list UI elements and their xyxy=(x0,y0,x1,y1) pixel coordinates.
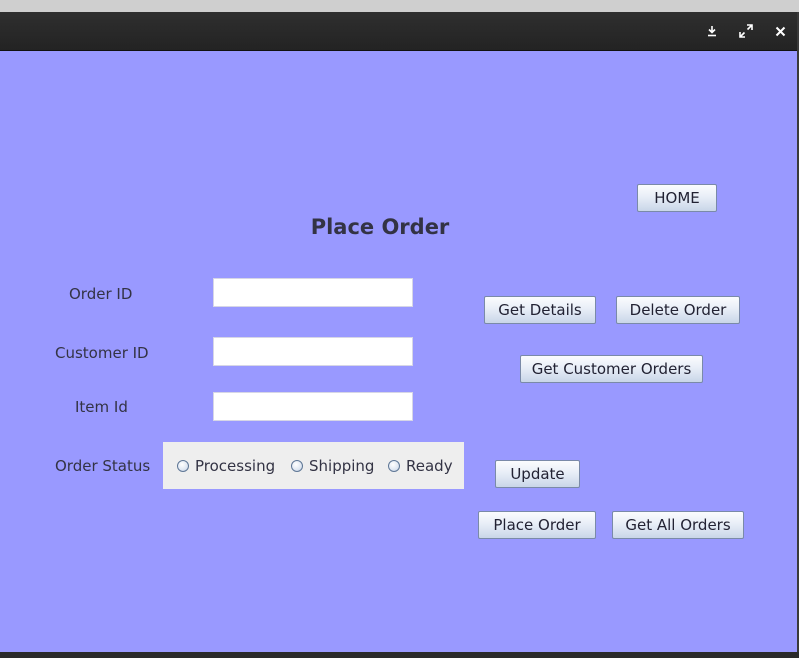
order-id-field[interactable] xyxy=(213,278,413,307)
order-id-label: Order ID xyxy=(69,285,133,303)
get-customer-orders-button[interactable]: Get Customer Orders xyxy=(520,355,703,383)
item-id-field[interactable] xyxy=(213,392,413,421)
page-title: Place Order xyxy=(310,215,450,239)
place-order-button[interactable]: Place Order xyxy=(478,511,596,539)
desktop-top-strip xyxy=(0,0,799,12)
radio-ready-label: Ready xyxy=(406,456,453,475)
close-icon[interactable] xyxy=(771,23,789,39)
update-button[interactable]: Update xyxy=(495,460,580,488)
download-icon[interactable] xyxy=(703,23,721,39)
radio-processing[interactable]: Processing xyxy=(177,442,275,489)
get-all-orders-button[interactable]: Get All Orders xyxy=(612,511,744,539)
customer-id-field[interactable] xyxy=(213,337,413,366)
window-titlebar[interactable] xyxy=(0,12,797,51)
radio-shipping-label: Shipping xyxy=(309,456,375,475)
item-id-label: Item Id xyxy=(75,398,128,416)
desktop-bottom-strip xyxy=(0,652,799,658)
home-button[interactable]: HOME xyxy=(637,184,717,212)
delete-order-button[interactable]: Delete Order xyxy=(616,296,740,324)
radio-shipping[interactable]: Shipping xyxy=(291,442,374,489)
order-status-radio-group: Processing Shipping Ready xyxy=(163,442,464,489)
radio-processing-label: Processing xyxy=(195,456,276,475)
maximize-icon[interactable] xyxy=(737,23,755,39)
place-order-panel: HOME Place Order Order ID Customer ID It… xyxy=(0,51,797,652)
get-details-button[interactable]: Get Details xyxy=(484,296,596,324)
radio-button-icon[interactable] xyxy=(388,459,400,472)
radio-button-icon[interactable] xyxy=(291,459,303,472)
order-status-label: Order Status xyxy=(55,457,151,475)
radio-button-icon[interactable] xyxy=(177,459,189,472)
app-window: HOME Place Order Order ID Customer ID It… xyxy=(0,12,797,652)
screen: HOME Place Order Order ID Customer ID It… xyxy=(0,0,799,658)
radio-ready[interactable]: Ready xyxy=(388,442,453,489)
customer-id-label: Customer ID xyxy=(55,344,149,362)
